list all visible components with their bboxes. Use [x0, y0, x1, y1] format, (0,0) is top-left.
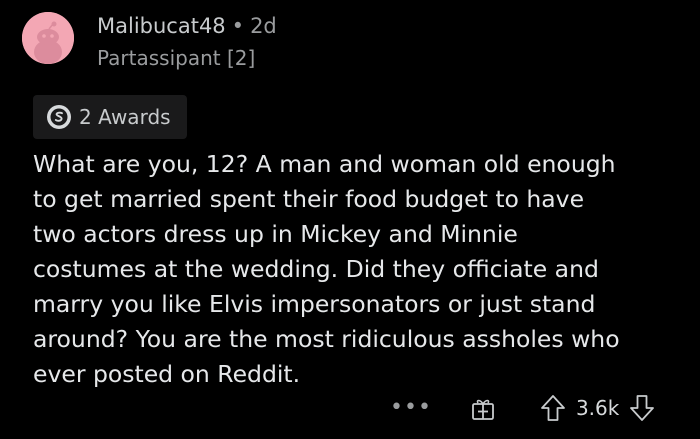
upvote-button[interactable]	[540, 394, 566, 422]
downvote-button[interactable]	[629, 394, 655, 422]
awards-button[interactable]: 2 Awards	[33, 95, 187, 139]
more-options-button[interactable]: •••	[390, 397, 432, 419]
username-link[interactable]: Malibucat48	[97, 14, 226, 38]
meta-separator: •	[231, 14, 245, 38]
comment-meta: Malibucat48 • 2d	[97, 14, 277, 38]
user-avatar[interactable]	[22, 12, 74, 64]
user-flair: Partassipant [2]	[97, 46, 256, 70]
comment-body-line: two actors dress up in Mickey and Minnie	[33, 220, 518, 248]
comment-body: What are you, 12? A man and woman old en…	[33, 147, 683, 392]
upvote-arrow-icon	[541, 395, 565, 421]
comment-body-line: costumes at the wedding. Did they offici…	[33, 255, 599, 283]
comment-body-line: around? You are the most ridiculous assh…	[33, 325, 620, 353]
comment-body-line: ever posted on Reddit.	[33, 360, 301, 388]
comment-actions: ••• 3.6k	[390, 388, 655, 428]
silver-award-icon	[47, 105, 71, 129]
comment-body-line: marry you like Elvis impersonators or ju…	[33, 290, 596, 318]
comment-body-line: to get married spent their food budget t…	[33, 185, 585, 213]
comment-body-line: What are you, 12? A man and woman old en…	[33, 150, 616, 178]
comment-card: Malibucat48 • 2d Partassipant [2] 2 Awards…	[0, 0, 700, 439]
comment-age: 2d	[250, 14, 277, 38]
downvote-arrow-icon	[630, 395, 655, 421]
snoo-avatar-icon	[22, 12, 74, 64]
gift-icon	[472, 399, 494, 420]
gift-award-button[interactable]	[470, 395, 496, 421]
vote-score: 3.6k	[575, 396, 620, 420]
awards-label: 2 Awards	[79, 105, 171, 129]
